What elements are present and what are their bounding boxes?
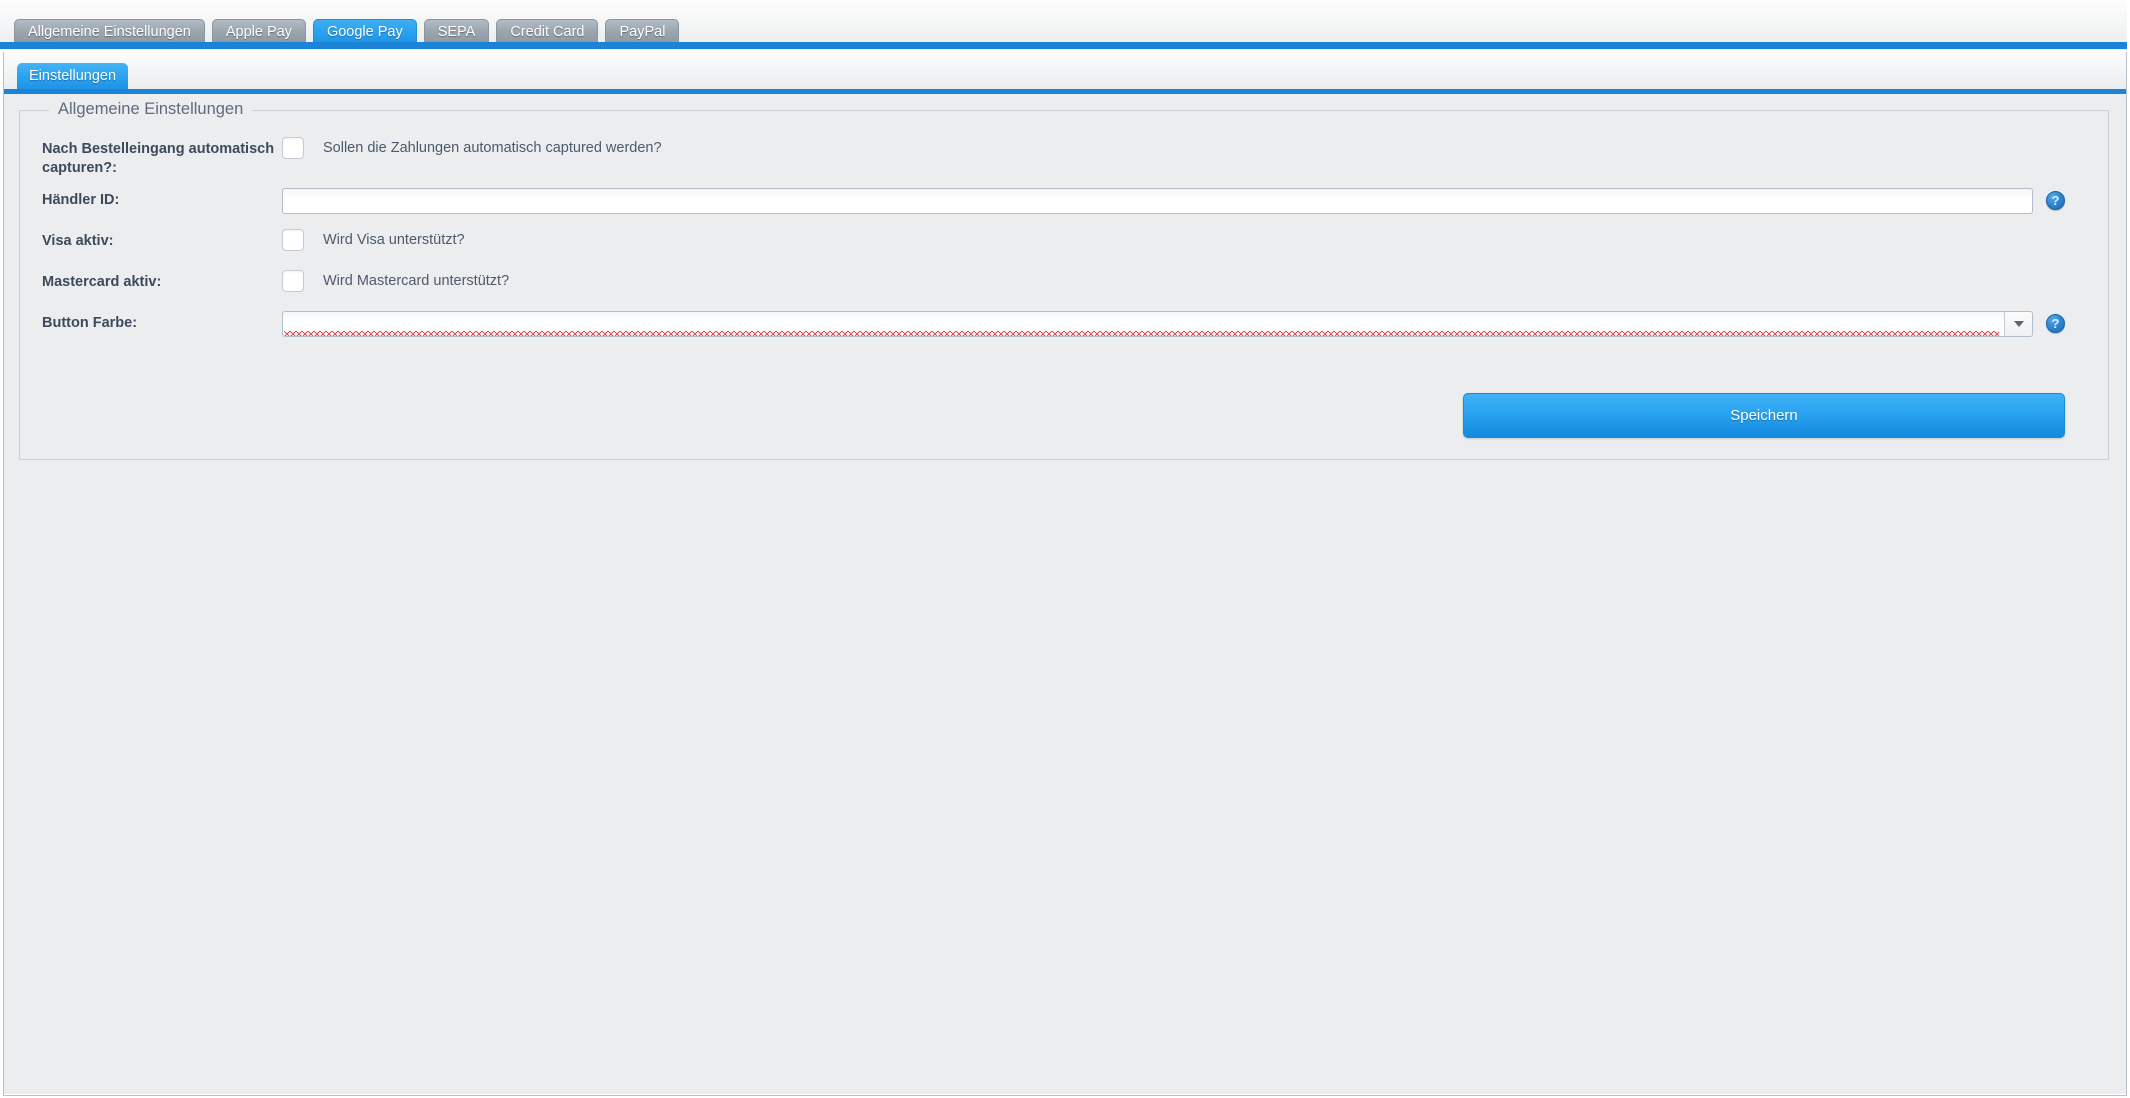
- settings-tabstrip: Einstellungen: [4, 52, 2126, 92]
- tab-allgemeine-einstellungen[interactable]: Allgemeine Einstellungen: [14, 19, 205, 44]
- settings-form: Nach Bestelleingang automatisch capturen…: [20, 137, 2110, 438]
- checkbox-auto-capture[interactable]: [282, 137, 304, 159]
- label-auto-capture: Nach Bestelleingang automatisch capturen…: [42, 141, 275, 176]
- field-mastercard-active: Wird Mastercard unterstützt?: [282, 270, 2110, 293]
- row-auto-capture: Nach Bestelleingang automatisch capturen…: [20, 137, 2110, 178]
- payment-methods-tab-underline: [0, 42, 2130, 49]
- label-merchant-id: Händler ID:: [42, 192, 120, 208]
- tab-apple-pay[interactable]: Apple Pay: [211, 19, 306, 44]
- label-visa-active: Visa aktiv:: [42, 233, 114, 249]
- button-color-dropdown-button[interactable]: [2004, 312, 2032, 336]
- field-merchant-id: ?: [282, 188, 2110, 214]
- hint-mastercard-active: Wird Mastercard unterstützt?: [323, 273, 510, 289]
- tab-google-pay[interactable]: Google Pay: [312, 19, 417, 44]
- button-color-select[interactable]: [282, 311, 2033, 337]
- settings-tablist: Einstellungen: [17, 63, 129, 89]
- field-auto-capture: Sollen die Zahlungen automatisch capture…: [282, 137, 2110, 160]
- label-button-color: Button Farbe:: [42, 315, 138, 331]
- chevron-down-icon: [2013, 321, 2024, 327]
- checkbox-visa-active[interactable]: [282, 229, 304, 251]
- tab-einstellungen[interactable]: Einstellungen: [17, 63, 129, 89]
- general-settings-fieldset: Allgemeine Einstellungen Nach Bestellein…: [19, 100, 2110, 460]
- tab-credit-card[interactable]: Credit Card: [496, 19, 599, 44]
- row-button-color: Button Farbe: ?: [20, 311, 2110, 342]
- field-button-color: ?: [282, 311, 2110, 337]
- field-visa-active: Wird Visa unterstützt?: [282, 229, 2110, 252]
- fieldset-legend: Allgemeine Einstellungen: [49, 100, 253, 119]
- hint-auto-capture: Sollen die Zahlungen automatisch capture…: [323, 140, 662, 156]
- settings-content-area: Allgemeine Einstellungen Nach Bestellein…: [4, 94, 2126, 1094]
- merchant-id-input[interactable]: [282, 188, 2033, 214]
- validation-error-underline: [284, 331, 1999, 336]
- label-mastercard-active: Mastercard aktiv:: [42, 274, 162, 290]
- save-button[interactable]: Speichern: [1463, 393, 2065, 438]
- tab-sepa[interactable]: SEPA: [423, 19, 490, 44]
- row-visa-active: Visa aktiv: Wird Visa unterstützt?: [20, 229, 2110, 260]
- help-icon-button-color[interactable]: ?: [2046, 314, 2065, 333]
- help-icon-merchant-id[interactable]: ?: [2046, 191, 2065, 210]
- checkbox-mastercard-active[interactable]: [282, 270, 304, 292]
- hint-visa-active: Wird Visa unterstützt?: [323, 232, 465, 248]
- tab-paypal[interactable]: PayPal: [605, 19, 680, 44]
- row-merchant-id: Händler ID: ?: [20, 188, 2110, 219]
- application-frame: Allgemeine Einstellungen Apple Pay Googl…: [0, 0, 2130, 1098]
- google-pay-panel: Einstellungen Allgemeine Einstellungen N…: [3, 52, 2127, 1096]
- row-mastercard-active: Mastercard aktiv: Wird Mastercard unters…: [20, 270, 2110, 301]
- payment-methods-tablist: Allgemeine Einstellungen Apple Pay Googl…: [14, 17, 680, 44]
